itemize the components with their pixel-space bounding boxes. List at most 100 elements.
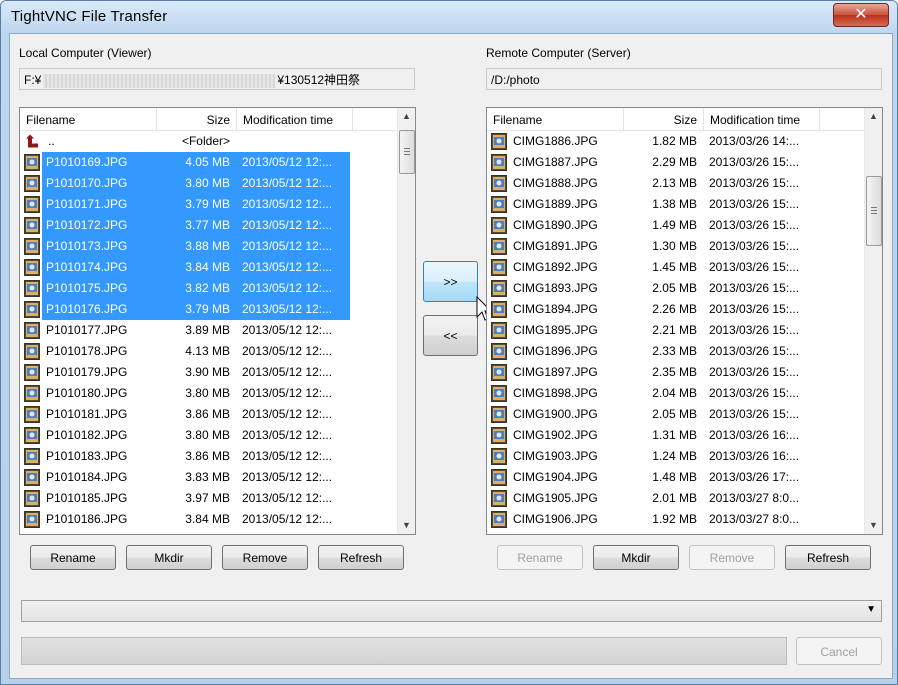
file-row[interactable]: P1010179.JPG 3.90 MB 2013/05/12 12:... [20, 362, 398, 383]
jpg-file-icon [24, 343, 40, 360]
file-modtime: 2013/03/26 15:... [709, 155, 800, 169]
file-row[interactable]: CIMG1898.JPG 2.04 MB 2013/03/26 15:... [487, 383, 865, 404]
local-remove-button[interactable]: Remove [222, 545, 308, 570]
local-file-list[interactable]: Filename Size Modification time .. <Fold… [19, 107, 416, 535]
parent-folder-row[interactable]: .. <Folder> [20, 131, 398, 152]
up-folder-icon [26, 134, 38, 148]
file-modtime: 2013/05/12 12:... [242, 302, 333, 316]
jpg-file-icon [24, 322, 40, 339]
remote-list-header: Filename Size Modification time [487, 108, 865, 131]
file-row[interactable]: P1010171.JPG 3.79 MB 2013/05/12 12:... [20, 194, 398, 215]
file-row[interactable]: P1010173.JPG 3.88 MB 2013/05/12 12:... [20, 236, 398, 257]
remote-scrollbar[interactable]: ▲ ▼ [864, 108, 882, 534]
file-name: CIMG1895.JPG [513, 323, 598, 337]
file-row[interactable]: CIMG1900.JPG 2.05 MB 2013/03/26 15:... [487, 404, 865, 425]
file-size: 3.84 MB [185, 260, 230, 274]
file-row[interactable]: P1010174.JPG 3.84 MB 2013/05/12 12:... [20, 257, 398, 278]
remote-path-field[interactable]: /D:/photo [486, 68, 882, 90]
file-name: CIMG1888.JPG [513, 176, 598, 190]
file-size: 2.35 MB [652, 365, 697, 379]
file-row[interactable]: CIMG1889.JPG 1.38 MB 2013/03/26 15:... [487, 194, 865, 215]
file-name: CIMG1886.JPG [513, 134, 598, 148]
remote-col-size[interactable]: Size [624, 108, 704, 130]
file-row[interactable]: CIMG1890.JPG 1.49 MB 2013/03/26 15:... [487, 215, 865, 236]
file-row[interactable]: P1010172.JPG 3.77 MB 2013/05/12 12:... [20, 215, 398, 236]
file-row[interactable]: CIMG1891.JPG 1.30 MB 2013/03/26 15:... [487, 236, 865, 257]
jpg-file-icon [491, 154, 507, 171]
file-row[interactable]: CIMG1903.JPG 1.24 MB 2013/03/26 16:... [487, 446, 865, 467]
title-bar[interactable]: TightVNC File Transfer ✕ [1, 1, 897, 33]
cancel-button[interactable]: Cancel [796, 637, 882, 665]
file-row[interactable]: CIMG1902.JPG 1.31 MB 2013/03/26 16:... [487, 425, 865, 446]
file-row[interactable]: P1010177.JPG 3.89 MB 2013/05/12 12:... [20, 320, 398, 341]
file-modtime: 2013/05/12 12:... [242, 323, 333, 337]
file-row[interactable]: P1010169.JPG 4.05 MB 2013/05/12 12:... [20, 152, 398, 173]
jpg-file-icon [24, 511, 40, 528]
file-row[interactable]: CIMG1887.JPG 2.29 MB 2013/03/26 15:... [487, 152, 865, 173]
remote-col-filename[interactable]: Filename [487, 108, 624, 130]
local-col-size[interactable]: Size [157, 108, 237, 130]
remote-refresh-button[interactable]: Refresh [785, 545, 871, 570]
download-transfer-button[interactable]: << [423, 315, 478, 356]
file-row[interactable]: P1010183.JPG 3.86 MB 2013/05/12 12:... [20, 446, 398, 467]
file-row[interactable]: CIMG1892.JPG 1.45 MB 2013/03/26 15:... [487, 257, 865, 278]
file-row[interactable]: P1010170.JPG 3.80 MB 2013/05/12 12:... [20, 173, 398, 194]
file-row[interactable]: P1010178.JPG 4.13 MB 2013/05/12 12:... [20, 341, 398, 362]
remote-remove-button[interactable]: Remove [689, 545, 775, 570]
remote-rename-button[interactable]: Rename [497, 545, 583, 570]
file-row[interactable]: CIMG1888.JPG 2.13 MB 2013/03/26 15:... [487, 173, 865, 194]
close-button[interactable]: ✕ [833, 3, 889, 27]
local-refresh-button[interactable]: Refresh [318, 545, 404, 570]
scroll-up-arrow-icon[interactable]: ▲ [398, 108, 415, 125]
local-rename-button[interactable]: Rename [30, 545, 116, 570]
file-row[interactable]: P1010176.JPG 3.79 MB 2013/05/12 12:... [20, 299, 398, 320]
local-scrollbar[interactable]: ▲ ▼ [397, 108, 415, 534]
file-row[interactable]: P1010186.JPG 3.84 MB 2013/05/12 12:... [20, 509, 398, 530]
file-name: CIMG1905.JPG [513, 491, 598, 505]
file-modtime: 2013/03/26 15:... [709, 323, 800, 337]
file-modtime: 2013/05/12 12:... [242, 365, 333, 379]
remote-computer-label: Remote Computer (Server) [486, 46, 631, 60]
file-modtime: 2013/03/26 16:... [709, 449, 800, 463]
local-scroll-thumb[interactable] [399, 130, 415, 174]
jpg-file-icon [491, 196, 507, 213]
local-col-filename[interactable]: Filename [20, 108, 157, 130]
jpg-file-icon [24, 154, 40, 171]
file-row[interactable]: CIMG1897.JPG 2.35 MB 2013/03/26 15:... [487, 362, 865, 383]
operation-log-dropdown[interactable]: ▼ [21, 600, 882, 622]
file-row[interactable]: P1010182.JPG 3.80 MB 2013/05/12 12:... [20, 425, 398, 446]
remote-mkdir-button[interactable]: Mkdir [593, 545, 679, 570]
jpg-file-icon [491, 175, 507, 192]
file-row[interactable]: P1010185.JPG 3.97 MB 2013/05/12 12:... [20, 488, 398, 509]
scroll-down-arrow-icon[interactable]: ▼ [865, 517, 882, 534]
remote-col-modtime[interactable]: Modification time [704, 108, 820, 130]
remote-file-list[interactable]: Filename Size Modification time CIMG1886… [486, 107, 883, 535]
jpg-file-icon [24, 196, 40, 213]
file-row[interactable]: CIMG1906.JPG 1.92 MB 2013/03/27 8:0... [487, 509, 865, 530]
file-row[interactable]: CIMG1896.JPG 2.33 MB 2013/03/26 15:... [487, 341, 865, 362]
jpg-file-icon [491, 490, 507, 507]
file-row[interactable]: CIMG1886.JPG 1.82 MB 2013/03/26 14:... [487, 131, 865, 152]
scroll-down-arrow-icon[interactable]: ▼ [398, 517, 415, 534]
local-rows: .. <Folder> P1010169.JPG 4.05 MB 2013/05/1… [20, 131, 398, 530]
file-size: 3.80 MB [185, 386, 230, 400]
dropdown-arrow-icon[interactable]: ▼ [866, 604, 876, 615]
file-row[interactable]: P1010175.JPG 3.82 MB 2013/05/12 12:... [20, 278, 398, 299]
file-row[interactable]: CIMG1894.JPG 2.26 MB 2013/03/26 15:... [487, 299, 865, 320]
file-row[interactable]: P1010181.JPG 3.86 MB 2013/05/12 12:... [20, 404, 398, 425]
upload-transfer-button[interactable]: >> [423, 261, 478, 302]
local-col-modtime[interactable]: Modification time [237, 108, 353, 130]
local-mkdir-button[interactable]: Mkdir [126, 545, 212, 570]
remote-scroll-thumb[interactable] [866, 176, 882, 246]
jpg-file-icon [491, 385, 507, 402]
file-modtime: 2013/05/12 12:... [242, 386, 333, 400]
file-row[interactable]: CIMG1904.JPG 1.48 MB 2013/03/26 17:... [487, 467, 865, 488]
file-row[interactable]: P1010184.JPG 3.83 MB 2013/05/12 12:... [20, 467, 398, 488]
file-row[interactable]: CIMG1905.JPG 2.01 MB 2013/03/27 8:0... [487, 488, 865, 509]
file-row[interactable]: CIMG1895.JPG 2.21 MB 2013/03/26 15:... [487, 320, 865, 341]
file-row[interactable]: P1010180.JPG 3.80 MB 2013/05/12 12:... [20, 383, 398, 404]
local-path-field[interactable]: F:¥ ¥130512神田祭 [19, 68, 415, 90]
file-size: 3.86 MB [185, 449, 230, 463]
scroll-up-arrow-icon[interactable]: ▲ [865, 108, 882, 125]
file-row[interactable]: CIMG1893.JPG 2.05 MB 2013/03/26 15:... [487, 278, 865, 299]
